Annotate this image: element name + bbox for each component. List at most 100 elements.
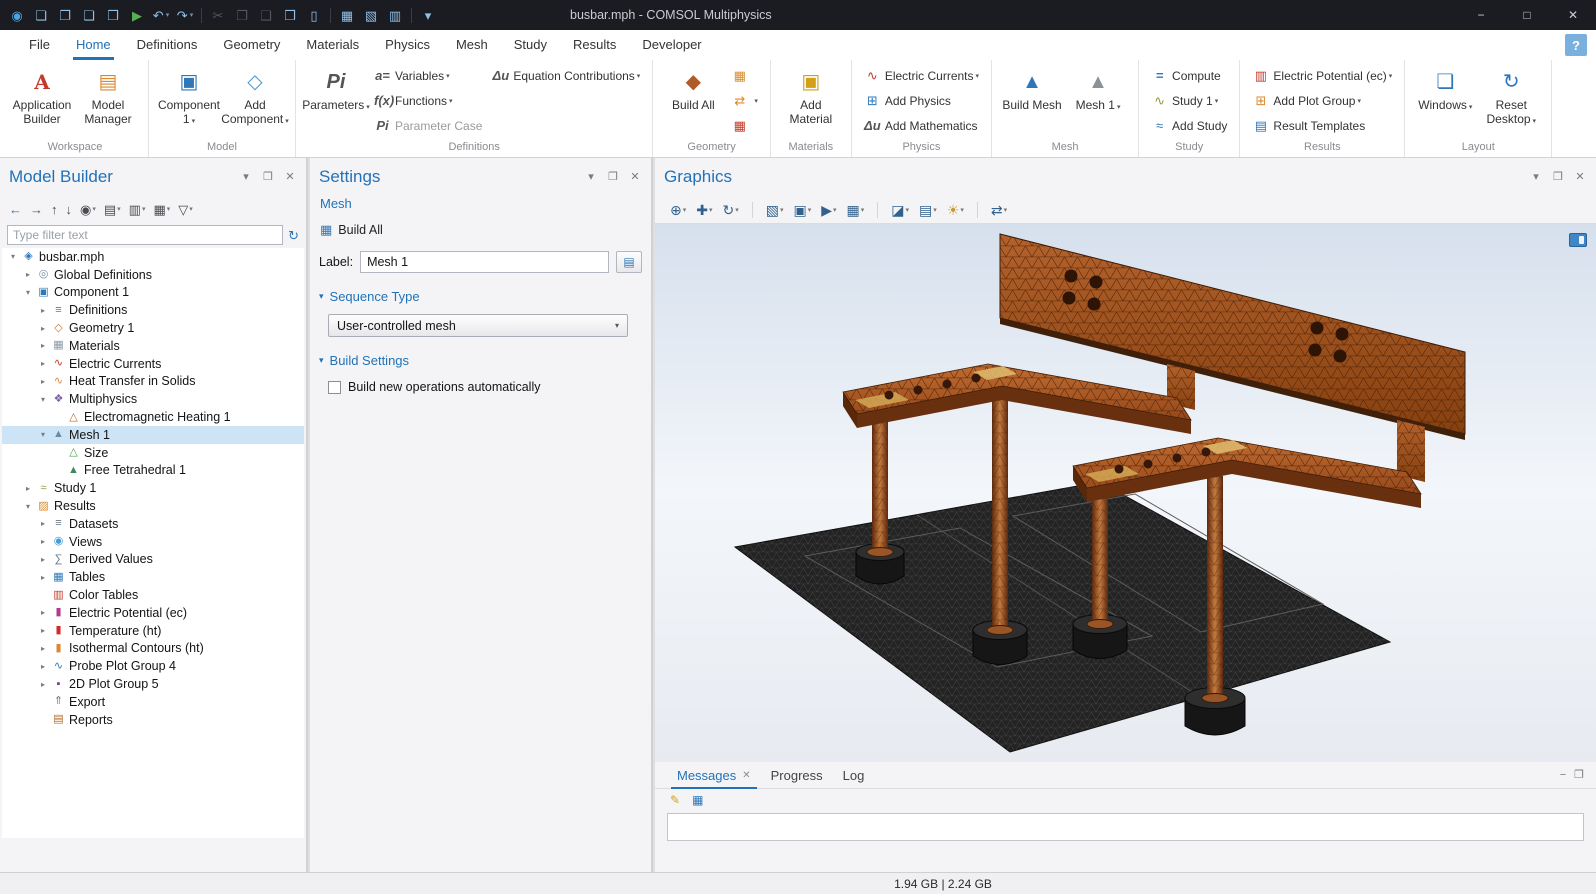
tab-definitions[interactable]: Definitions <box>124 30 211 60</box>
mesh-1-button[interactable]: ▲Mesh 1▾ <box>1065 63 1131 135</box>
tree-item-2d-plot-group-5[interactable]: ▸▪2D Plot Group 5 <box>2 675 304 693</box>
minimize-panel-button[interactable]: − <box>1560 769 1566 781</box>
save-button[interactable]: ❑ <box>77 3 101 27</box>
build-all-button[interactable]: ◆Build All <box>660 63 726 135</box>
float-panel-button[interactable]: ❐ <box>1551 171 1565 183</box>
build-all-button[interactable]: ▦ Build All <box>316 217 645 242</box>
move-up-button[interactable]: ↑ <box>48 198 61 220</box>
tab-geometry[interactable]: Geometry <box>210 30 293 60</box>
tree-item-materials[interactable]: ▸▦Materials <box>2 337 304 355</box>
tree-item-tables[interactable]: ▸▦Tables <box>2 568 304 586</box>
tab-mesh[interactable]: Mesh <box>443 30 501 60</box>
tab-messages[interactable]: Messages✕ <box>667 762 761 789</box>
tree-item-geometry-1[interactable]: ▸◇Geometry 1 <box>2 319 304 337</box>
move-to-table-button[interactable]: ▦ <box>335 3 359 27</box>
orientation-button[interactable]: ✚▾ <box>693 199 715 221</box>
tree-item-size[interactable]: △Size <box>2 444 304 462</box>
tree-toggle-icon[interactable]: ▸ <box>36 519 50 528</box>
tree-item-study-1[interactable]: ▸≈Study 1 <box>2 479 304 497</box>
tab-file[interactable]: File <box>16 30 63 60</box>
variables-button[interactable]: a=Variables▾ <box>369 63 487 88</box>
float-panel-button[interactable]: ❐ <box>261 171 275 183</box>
tree-item-free-tetrahedral-1[interactable]: ▲Free Tetrahedral 1 <box>2 462 304 480</box>
add-study-button[interactable]: ≈Add Study <box>1146 113 1232 138</box>
tree-item-electromagnetic-heating-1[interactable]: △Electromagnetic Heating 1 <box>2 408 304 426</box>
tree-toggle-icon[interactable]: ▸ <box>36 662 50 671</box>
tree-item-busbar-mph[interactable]: ▾◈busbar.mph <box>2 248 304 266</box>
tree-toggle-icon[interactable]: ▾ <box>36 430 50 439</box>
tree-toggle-icon[interactable]: ▸ <box>36 644 50 653</box>
component-1-button[interactable]: ▣Component 1▾ <box>156 63 222 135</box>
tab-physics[interactable]: Physics <box>372 30 443 60</box>
tree-toggle-icon[interactable]: ▸ <box>36 306 50 315</box>
messages-pencil-button[interactable]: ✎ <box>667 789 683 811</box>
minimize-button[interactable]: − <box>1458 0 1504 30</box>
panel-menu-button[interactable]: ▾ <box>584 171 598 183</box>
tree-item-electric-currents[interactable]: ▸∿Electric Currents <box>2 355 304 373</box>
build-mesh-button[interactable]: ▲Build Mesh <box>999 63 1065 135</box>
redo-button[interactable]: ↷▾ <box>173 3 197 27</box>
duplicate-button[interactable]: ❒ <box>278 3 302 27</box>
tree-toggle-icon[interactable]: ▾ <box>21 502 35 511</box>
section-sequence-type-header[interactable]: ▾ Sequence Type <box>319 289 642 304</box>
add-component-button[interactable]: ◇Add Component▾ <box>222 63 288 135</box>
nav-forward-button[interactable]: → <box>27 198 46 220</box>
replace-geometry-button[interactable]: ⇄▾ <box>726 88 763 113</box>
model-manager-button[interactable]: ▤Model Manager <box>75 63 141 135</box>
nav-back-button[interactable]: ← <box>6 198 25 220</box>
tree-item-isothermal-contours-ht[interactable]: ▸▮Isothermal Contours (ht) <box>2 640 304 658</box>
tab-study[interactable]: Study <box>501 30 560 60</box>
close-panel-button[interactable]: ✕ <box>628 171 642 183</box>
panel-menu-button[interactable]: ▾ <box>1529 171 1543 183</box>
tree-toggle-icon[interactable]: ▸ <box>36 377 50 386</box>
tree-item-definitions[interactable]: ▸≡Definitions <box>2 301 304 319</box>
tree-toggle-icon[interactable]: ▾ <box>6 252 20 261</box>
compute-button[interactable]: =Compute <box>1146 63 1232 88</box>
paste-button[interactable]: ❑ <box>254 3 278 27</box>
tree-item-export[interactable]: ⇑Export <box>2 693 304 711</box>
tree-toggle-icon[interactable]: ▸ <box>36 680 50 689</box>
animation-button[interactable]: ▶▾ <box>818 199 839 221</box>
tab-home[interactable]: Home <box>63 30 124 60</box>
tree-item-color-tables[interactable]: ▥Color Tables <box>2 586 304 604</box>
section-build-settings-header[interactable]: ▾ Build Settings <box>319 353 642 368</box>
tree-toggle-icon[interactable]: ▸ <box>36 359 50 368</box>
application-builder-button[interactable]: AApplication Builder <box>9 63 75 135</box>
maximize-button[interactable]: □ <box>1504 0 1550 30</box>
result-templates-button[interactable]: ▤Result Templates <box>1247 113 1397 138</box>
undo-button[interactable]: ↶▾ <box>149 3 173 27</box>
parameter-case-button[interactable]: PiParameter Case <box>369 113 487 138</box>
zoom-button[interactable]: ⊕▾ <box>667 199 689 221</box>
refresh-icon[interactable]: ↻ <box>288 229 299 242</box>
reset-desktop-button[interactable]: ↻Reset Desktop▾ <box>1478 63 1544 135</box>
close-button[interactable]: ✕ <box>1550 0 1596 30</box>
open-button[interactable]: ❐ <box>53 3 77 27</box>
copy-button[interactable]: ❐ <box>230 3 254 27</box>
graphics-viewport[interactable] <box>655 224 1596 762</box>
tree-toggle-icon[interactable]: ▸ <box>36 324 50 333</box>
study-1-button[interactable]: ∿Study 1▾ <box>1146 88 1232 113</box>
electric-potential-ec-button[interactable]: ▥Electric Potential (ec)▾ <box>1247 63 1397 88</box>
tree-item-electric-potential-ec[interactable]: ▸▮Electric Potential (ec) <box>2 604 304 622</box>
tab-results[interactable]: Results <box>560 30 629 60</box>
tree-item-temperature-ht[interactable]: ▸▮Temperature (ht) <box>2 622 304 640</box>
grid-view-button[interactable]: ▦▾ <box>150 198 173 220</box>
tree-item-global-definitions[interactable]: ▸◎Global Definitions <box>2 266 304 284</box>
close-tab-icon[interactable]: ✕ <box>742 770 750 781</box>
scene-button[interactable]: ▧▾ <box>763 199 787 221</box>
tree-toggle-icon[interactable]: ▸ <box>36 537 50 546</box>
parameters-button[interactable]: PiParameters▾ <box>303 63 369 135</box>
plot-grid-button[interactable]: ▤▾ <box>916 199 940 221</box>
tree-item-probe-plot-group-4[interactable]: ▸∿Probe Plot Group 4 <box>2 657 304 675</box>
messages-table-button[interactable]: ▦ <box>689 789 706 811</box>
help-button[interactable]: ? <box>1565 34 1587 56</box>
image-snapshot-button[interactable]: ▧ <box>359 3 383 27</box>
rotate-view-button[interactable]: ↻▾ <box>720 199 742 221</box>
tab-developer[interactable]: Developer <box>629 30 714 60</box>
close-panel-button[interactable]: ✕ <box>1573 171 1587 183</box>
filter-input[interactable] <box>7 225 283 245</box>
move-down-button[interactable]: ↓ <box>63 198 76 220</box>
electric-currents-button[interactable]: ∿Electric Currents▾ <box>859 63 984 88</box>
lighting-button[interactable]: ☀▾ <box>944 199 967 221</box>
tree-item-heat-transfer-in-solids[interactable]: ▸∿Heat Transfer in Solids <box>2 373 304 391</box>
